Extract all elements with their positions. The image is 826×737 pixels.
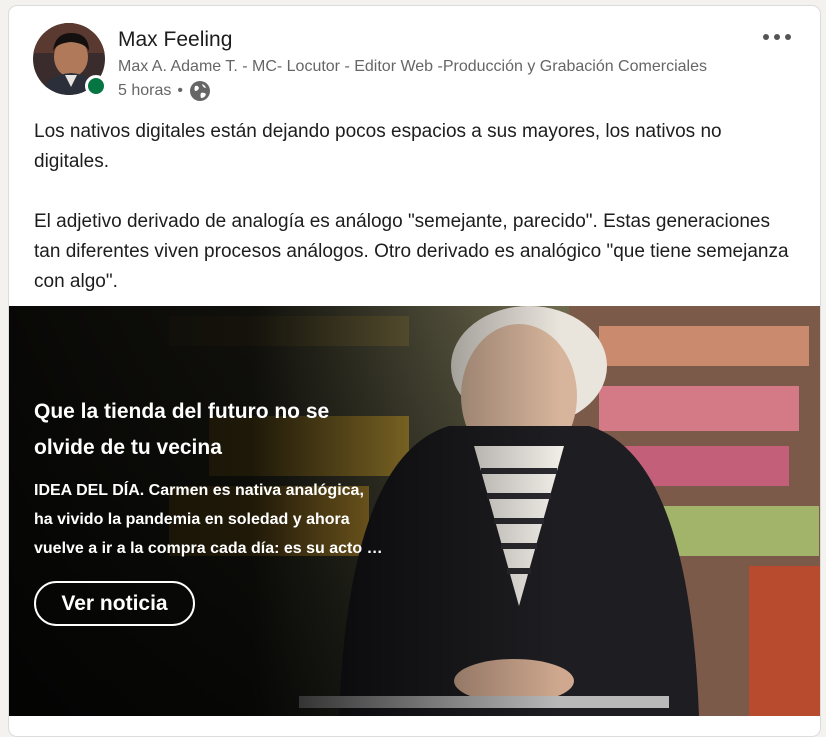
online-status-indicator — [85, 75, 107, 97]
more-horizontal-icon — [763, 34, 769, 40]
author-headline: Max A. Adame T. - MC- Locutor - Editor W… — [118, 58, 707, 75]
view-article-button[interactable]: Ver noticia — [34, 581, 195, 626]
more-options-button[interactable] — [757, 24, 797, 50]
post-meta: 5 horas • — [118, 80, 211, 102]
post-card: Max Feeling Max A. Adame T. - MC- Locuto… — [8, 5, 821, 737]
author-avatar-container[interactable] — [33, 23, 107, 97]
post-body: Los nativos digitales están dejando poco… — [34, 117, 794, 297]
globe-icon — [189, 80, 211, 102]
article-description-line: IDEA DEL DÍA. Carmen es nativa analógica… — [34, 482, 364, 499]
post-paragraph: Los nativos digitales están dejando poco… — [34, 121, 722, 172]
article-description-line: ha vivido la pandemia en soledad y ahora — [34, 511, 350, 528]
post-paragraph: El adjetivo derivado de analogía es anál… — [34, 211, 789, 292]
article-description: IDEA DEL DÍA. Carmen es nativa analógica… — [34, 476, 394, 563]
article-headline[interactable]: Que la tienda del futuro no se olvide de… — [34, 394, 394, 466]
meta-separator: • — [177, 82, 183, 99]
article-preview[interactable]: Que la tienda del futuro no se olvide de… — [9, 306, 820, 716]
author-name[interactable]: Max Feeling — [118, 28, 232, 52]
post-timestamp: 5 horas — [118, 82, 172, 99]
article-description-line: vuelve a ir a la compra cada día: es su … — [34, 540, 394, 557]
